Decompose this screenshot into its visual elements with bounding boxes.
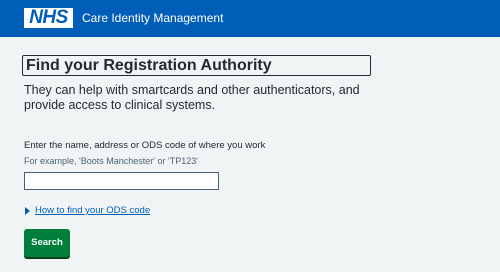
nhs-logo[interactable]: NHS bbox=[24, 8, 73, 28]
page-title-box: Find your Registration Authority bbox=[22, 55, 371, 76]
details-summary-link[interactable]: How to find your ODS code bbox=[35, 205, 150, 217]
site-header: NHS Care Identity Management bbox=[0, 0, 500, 37]
search-field-hint: For example, 'Boots Manchester' or 'TP12… bbox=[24, 156, 198, 166]
search-input[interactable] bbox=[24, 172, 219, 190]
search-button[interactable]: Search bbox=[24, 229, 70, 257]
lede-text: They can help with smartcards and other … bbox=[24, 83, 360, 112]
page-title: Find your Registration Authority bbox=[26, 57, 272, 74]
search-field-label: Enter the name, address or ODS code of w… bbox=[24, 140, 266, 151]
triangle-right-icon bbox=[25, 207, 30, 215]
service-name[interactable]: Care Identity Management bbox=[82, 11, 223, 25]
